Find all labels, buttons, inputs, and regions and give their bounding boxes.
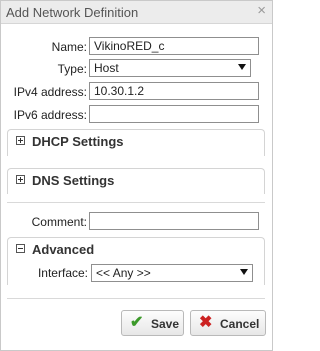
type-select-value: Host bbox=[94, 61, 119, 75]
check-icon: ✔ bbox=[130, 314, 144, 331]
close-icon[interactable]: × bbox=[257, 3, 266, 19]
dhcp-section[interactable]: DHCP Settings bbox=[7, 129, 265, 156]
dhcp-section-title: DHCP Settings bbox=[32, 134, 124, 149]
x-icon: ✖ bbox=[199, 314, 213, 331]
type-select[interactable]: Host bbox=[89, 59, 251, 77]
advanced-section-title: Advanced bbox=[32, 242, 95, 257]
ipv6-label: IPv6 address: bbox=[13, 108, 87, 122]
interface-label: Interface: bbox=[37, 266, 88, 280]
advanced-section: Advanced Interface: << Any >> bbox=[7, 237, 265, 285]
type-label: Type: bbox=[57, 62, 87, 76]
name-input[interactable]: VikinoRED_c bbox=[89, 37, 259, 55]
cancel-button-label: Cancel bbox=[220, 317, 260, 331]
dialog-titlebar[interactable]: Add Network Definition × bbox=[1, 1, 272, 24]
interface-select-value: << Any >> bbox=[96, 266, 151, 280]
save-button[interactable]: ✔ Save bbox=[121, 310, 184, 336]
expand-plus-icon[interactable] bbox=[16, 175, 25, 184]
save-button-label: Save bbox=[151, 317, 180, 331]
name-label: Name: bbox=[51, 40, 87, 54]
dns-section[interactable]: DNS Settings bbox=[7, 168, 265, 194]
ipv6-input[interactable] bbox=[89, 105, 259, 123]
divider bbox=[7, 202, 265, 203]
cancel-button[interactable]: ✖ Cancel bbox=[190, 310, 266, 336]
chevron-down-icon bbox=[238, 64, 246, 70]
interface-select[interactable]: << Any >> bbox=[91, 264, 253, 282]
dialog-title: Add Network Definition bbox=[6, 5, 139, 20]
chevron-down-icon bbox=[240, 269, 248, 275]
comment-label: Comment: bbox=[31, 215, 87, 229]
ipv4-label: IPv4 address: bbox=[13, 85, 87, 99]
ipv4-input[interactable]: 10.30.1.2 bbox=[89, 82, 259, 100]
expand-plus-icon[interactable] bbox=[16, 136, 25, 145]
add-network-dialog: Add Network Definition × Name: VikinoRED… bbox=[0, 0, 273, 351]
comment-input[interactable] bbox=[89, 212, 259, 230]
divider bbox=[7, 298, 265, 299]
dns-section-title: DNS Settings bbox=[32, 173, 115, 188]
collapse-minus-icon[interactable] bbox=[16, 244, 25, 253]
